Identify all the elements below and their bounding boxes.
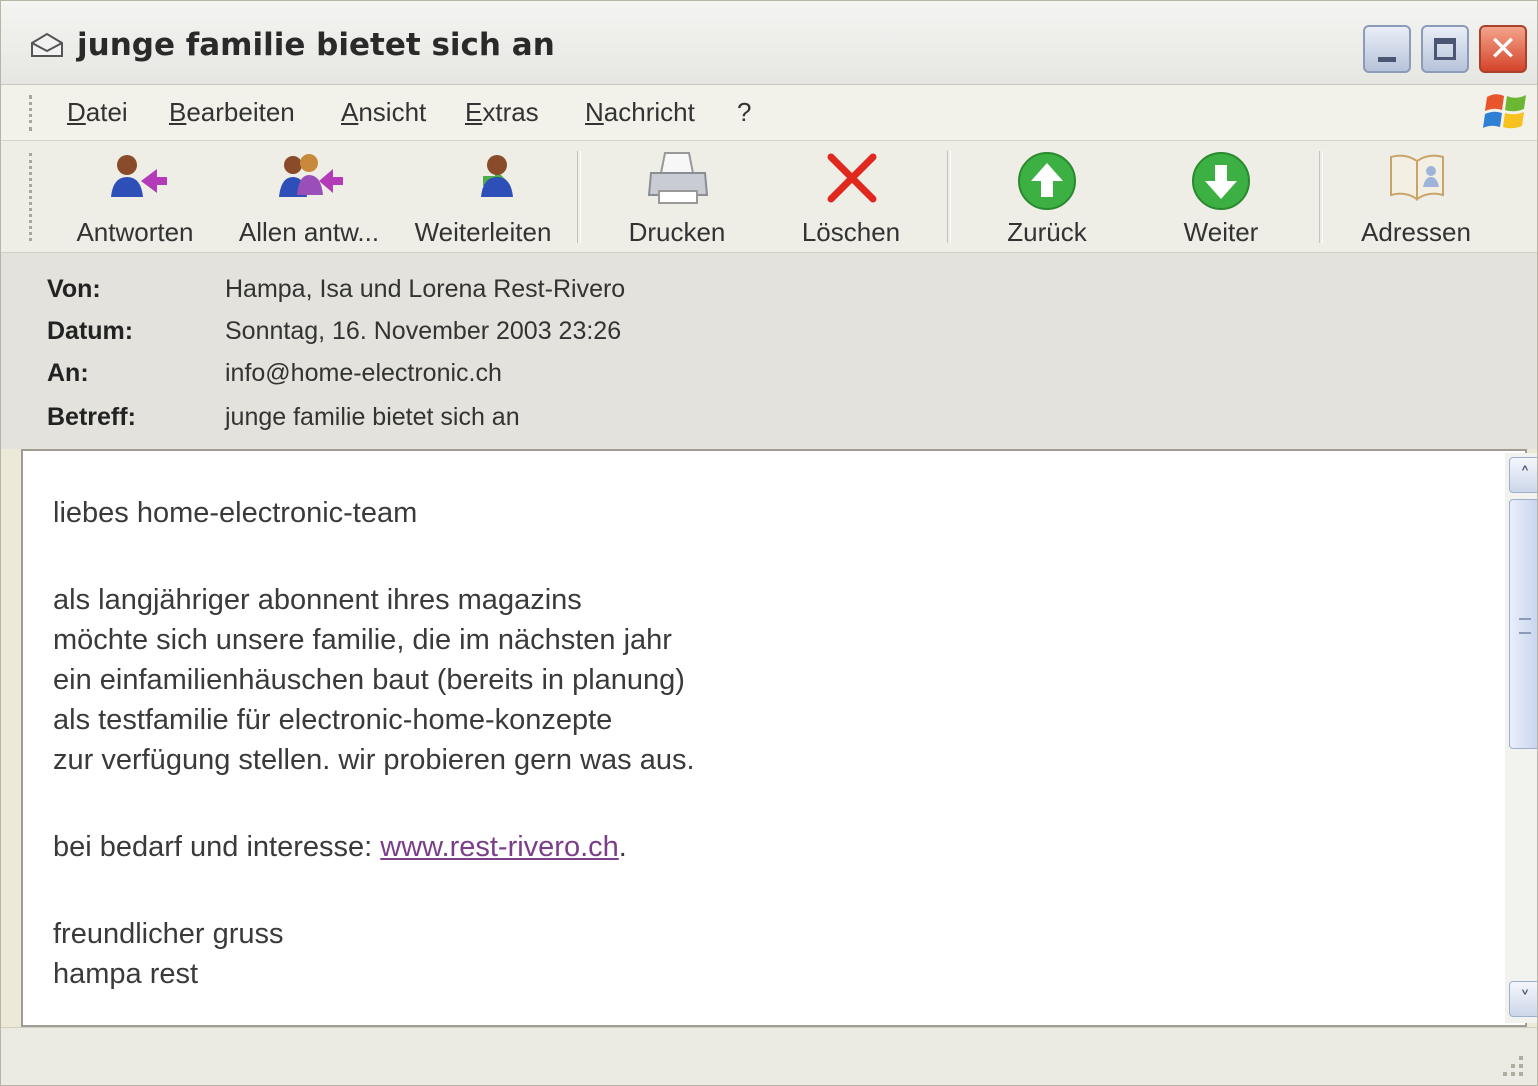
chevron-up-icon: ˄	[1520, 463, 1530, 487]
website-link[interactable]: www.rest-rivero.ch	[380, 831, 619, 863]
windows-logo-icon	[1483, 94, 1526, 129]
address-book-label: Adressen	[1361, 217, 1471, 247]
scroll-up-button[interactable]: ˄	[1509, 457, 1537, 493]
status-bar	[1, 1027, 1537, 1085]
toolbar-separator	[577, 151, 581, 243]
from-value: Hampa, Isa und Lorena Rest-Rivero	[225, 275, 626, 303]
next-label: Weiter	[1183, 217, 1259, 247]
body-line: zur verfügung stellen. wir probieren ger…	[53, 744, 695, 776]
maximize-icon	[1434, 38, 1456, 60]
reply-all-icon	[279, 154, 343, 197]
message-body[interactable]: liebes home-electronic-team als langjähr…	[21, 449, 1537, 1027]
menu-bearbeiten[interactable]: Bearbeiten	[169, 97, 295, 128]
menubar-grip[interactable]	[29, 95, 36, 131]
delete-button[interactable]: Löschen	[791, 147, 911, 247]
date-value: Sonntag, 16. November 2003 23:26	[225, 317, 622, 345]
resize-grip-icon[interactable]	[1495, 1048, 1527, 1080]
link-prefix: bei bedarf und interesse:	[53, 831, 381, 863]
toolbar-separator	[1319, 151, 1323, 243]
minimize-button[interactable]	[1363, 25, 1411, 73]
delete-label: Löschen	[801, 217, 901, 247]
back-button[interactable]: Zurück	[989, 147, 1105, 247]
menu-extras[interactable]: Extras	[465, 97, 539, 128]
date-label: Datum:	[47, 317, 134, 345]
scroll-down-button[interactable]: ˅	[1509, 981, 1537, 1017]
body-line: möchte sich unsere familie, die im nächs…	[53, 624, 672, 656]
address-book-button[interactable]: Adressen	[1353, 147, 1479, 247]
print-button[interactable]: Drucken	[615, 147, 739, 247]
close-icon: ✕	[1488, 29, 1518, 69]
body-line: als langjähriger abonnent ihres magazins	[53, 584, 582, 616]
back-label: Zurück	[1007, 217, 1087, 247]
arrow-down-green-icon	[1192, 152, 1250, 210]
next-button[interactable]: Weiter	[1165, 147, 1277, 247]
printer-icon	[647, 152, 709, 204]
maximize-button[interactable]	[1421, 25, 1469, 73]
minimize-icon	[1378, 57, 1396, 62]
to-label: An:	[47, 359, 89, 387]
reply-icon	[111, 155, 167, 197]
delete-x-icon	[827, 153, 877, 203]
toolbar: Antworten Allen antw... Weiterleiten Dru…	[1, 141, 1537, 253]
message-header: Von: Hampa, Isa und Lorena Rest-Rivero D…	[1, 253, 1537, 449]
title-bar[interactable]: junge familie bietet sich an ✕	[1, 1, 1537, 85]
menu-ansicht[interactable]: Ansicht	[341, 97, 426, 128]
body-line: ein einfamilienhäuschen baut (bereits in…	[53, 664, 685, 696]
body-line: als testfamilie für electronic-home-konz…	[53, 704, 613, 736]
menu-bar: Datei Bearbeiten Ansicht Extras Nachrich…	[1, 85, 1537, 141]
reply-all-label: Allen antw...	[238, 217, 380, 247]
closing-line: freundlicher gruss	[53, 918, 284, 950]
window-title: junge familie bietet sich an	[77, 27, 555, 63]
reply-button[interactable]: Antworten	[65, 147, 205, 247]
reply-all-button[interactable]: Allen antw...	[227, 147, 391, 247]
mail-window: junge familie bietet sich an ✕ Datei Bea…	[0, 0, 1538, 1086]
scroll-thumb[interactable]	[1509, 499, 1537, 749]
message-text: liebes home-electronic-team als langjähr…	[53, 493, 1473, 994]
from-label: Von:	[47, 275, 101, 303]
subject-value: junge familie bietet sich an	[225, 403, 520, 431]
vertical-scrollbar[interactable]: ˄ ˅	[1505, 453, 1537, 1023]
forward-label: Weiterleiten	[414, 217, 552, 247]
toolbar-grip[interactable]	[29, 153, 36, 241]
address-book-icon	[1390, 154, 1444, 201]
menu-nachricht[interactable]: Nachricht	[585, 97, 695, 128]
envelope-icon	[31, 32, 63, 57]
close-button[interactable]: ✕	[1479, 25, 1527, 73]
subject-label: Betreff:	[47, 403, 136, 431]
to-value: info@home-electronic.ch	[225, 359, 502, 387]
arrow-up-green-icon	[1018, 152, 1076, 210]
print-label: Drucken	[628, 217, 726, 247]
toolbar-separator	[947, 151, 951, 243]
chevron-down-icon: ˅	[1520, 987, 1530, 1011]
link-line: bei bedarf und interesse: www.rest-river…	[53, 827, 1473, 867]
grip-lines-icon	[1519, 618, 1531, 634]
link-suffix: .	[618, 831, 627, 863]
signature-line: hampa rest	[53, 958, 199, 990]
forward-icon	[481, 155, 513, 197]
forward-button[interactable]: Weiterleiten	[407, 147, 559, 247]
menu-help[interactable]: ?	[737, 97, 751, 128]
menu-datei[interactable]: Datei	[67, 97, 128, 128]
greeting-line: liebes home-electronic-team	[53, 497, 418, 529]
reply-label: Antworten	[76, 217, 194, 247]
